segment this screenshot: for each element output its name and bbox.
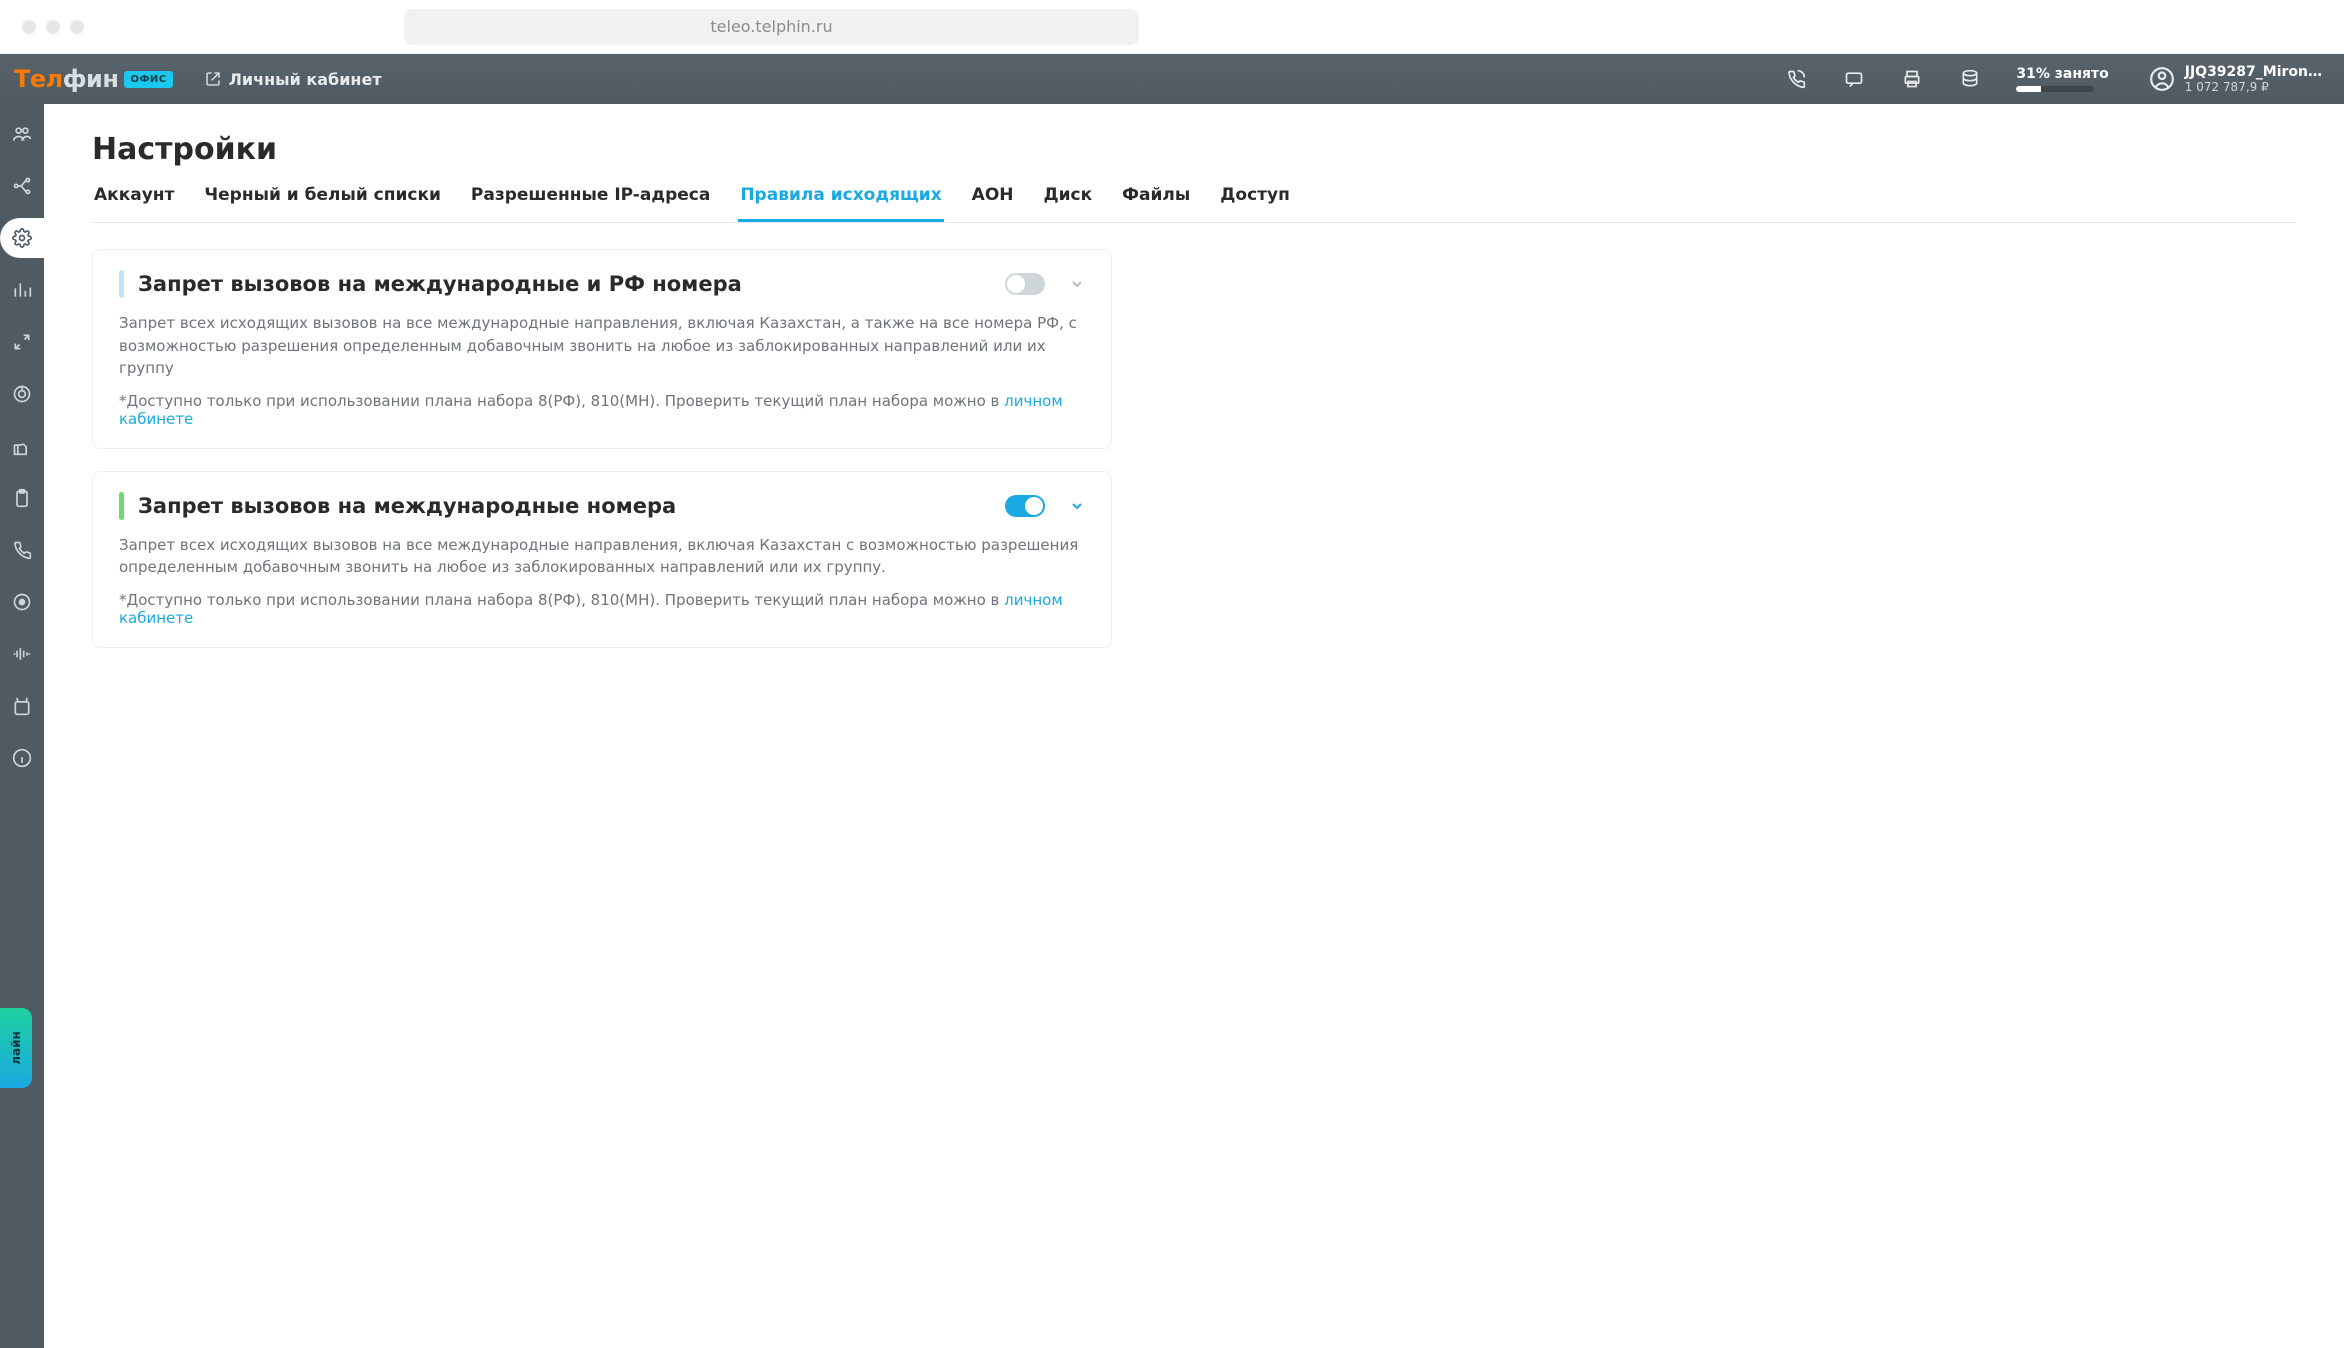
storage-icon[interactable] [1950, 59, 1990, 99]
logo[interactable]: Телфин ОФИС [14, 65, 173, 93]
storage-bar [2016, 86, 2094, 92]
tab-account[interactable]: Аккаунт [92, 185, 176, 222]
rule-card-intl: Запрет вызовов на международные номера З… [92, 471, 1112, 648]
tab-aon[interactable]: АОН [970, 185, 1016, 222]
tab-bwlists[interactable]: Черный и белый списки [202, 185, 443, 222]
main-content: Настройки Аккаунт Черный и белый списки Ра… [44, 104, 2344, 1348]
chevron-down-icon [1069, 498, 1085, 514]
messages-icon[interactable] [1834, 59, 1874, 99]
sidebar-item-rating[interactable] [0, 426, 44, 466]
page-title: Настройки [92, 132, 2296, 167]
sidebar-item-call[interactable] [0, 530, 44, 570]
sidebar-item-goals[interactable] [0, 374, 44, 414]
app-topbar: Телфин ОФИС Личный кабинет 31% занято JJ… [0, 54, 2344, 104]
rule-card-intl-and-rf: Запрет вызовов на международные и РФ ном… [92, 249, 1112, 449]
expand-icon[interactable] [1069, 276, 1085, 292]
toggle-intl[interactable] [1005, 495, 1045, 517]
card-title: Запрет вызовов на международные номера [138, 494, 991, 518]
settings-tabs: Аккаунт Черный и белый списки Разрешенные … [92, 185, 2296, 223]
tab-files[interactable]: Файлы [1120, 185, 1192, 222]
personal-area-link[interactable]: Личный кабинет [205, 70, 382, 89]
window-maximize-icon[interactable] [70, 20, 84, 34]
print-icon[interactable] [1892, 59, 1932, 99]
user-menu[interactable]: JJQ39287_Miron… 1 072 787,9 ₽ [2149, 64, 2322, 94]
tab-iplist[interactable]: Разрешенные IP-адреса [469, 185, 712, 222]
note-prefix: *Доступно только при использовании плана… [119, 591, 1004, 609]
external-link-icon [205, 71, 221, 87]
sidebar-item-shop[interactable] [0, 686, 44, 726]
tab-outrules[interactable]: Правила исходящих [738, 185, 943, 222]
window-minimize-icon[interactable] [46, 20, 60, 34]
logo-badge: ОФИС [124, 71, 172, 88]
expand-icon[interactable] [1069, 498, 1085, 514]
chevron-down-icon [1069, 276, 1085, 292]
card-title: Запрет вызовов на международные и РФ ном… [138, 272, 991, 296]
personal-area-label: Личный кабинет [229, 70, 382, 89]
window-controls [0, 20, 84, 34]
address-bar[interactable]: teleo.telphin.ru [404, 9, 1139, 45]
status-stripe [119, 270, 124, 298]
sidebar-item-settings[interactable] [0, 218, 44, 258]
sidebar-item-routing[interactable] [0, 166, 44, 206]
card-note: *Доступно только при использовании плана… [119, 591, 1085, 627]
user-name: JJQ39287_Miron… [2185, 64, 2322, 80]
tab-disk[interactable]: Диск [1042, 185, 1095, 222]
card-desc: Запрет всех исходящих вызовов на все меж… [119, 534, 1085, 579]
sidebar-item-stats[interactable] [0, 270, 44, 310]
toggle-intl-and-rf[interactable] [1005, 273, 1045, 295]
note-prefix: *Доступно только при использовании плана… [119, 392, 1004, 410]
user-icon [2149, 66, 2175, 92]
window-chrome: teleo.telphin.ru [0, 0, 2344, 54]
storage-label: 31% занято [2016, 66, 2108, 82]
status-stripe [119, 492, 124, 520]
card-desc: Запрет всех исходящих вызовов на все меж… [119, 312, 1085, 380]
sidebar-item-contacts[interactable] [0, 114, 44, 154]
app-sidebar: лайн [0, 104, 44, 1348]
sidebar-item-record[interactable] [0, 582, 44, 622]
user-balance: 1 072 787,9 ₽ [2185, 80, 2322, 94]
sidebar-item-info[interactable] [0, 738, 44, 778]
window-close-icon[interactable] [22, 20, 36, 34]
logo-text: Телфин [14, 65, 118, 93]
card-note: *Доступно только при использовании плана… [119, 392, 1085, 428]
online-chat-tab[interactable]: лайн [0, 1008, 32, 1088]
storage-meter: 31% занято [2016, 66, 2108, 92]
callback-icon[interactable] [1776, 59, 1816, 99]
sidebar-item-tools[interactable] [0, 322, 44, 362]
sidebar-item-clipboard[interactable] [0, 478, 44, 518]
online-chat-label: лайн [9, 1031, 23, 1065]
sidebar-item-audio[interactable] [0, 634, 44, 674]
url-text: teleo.telphin.ru [710, 17, 832, 36]
tab-access[interactable]: Доступ [1218, 185, 1292, 222]
